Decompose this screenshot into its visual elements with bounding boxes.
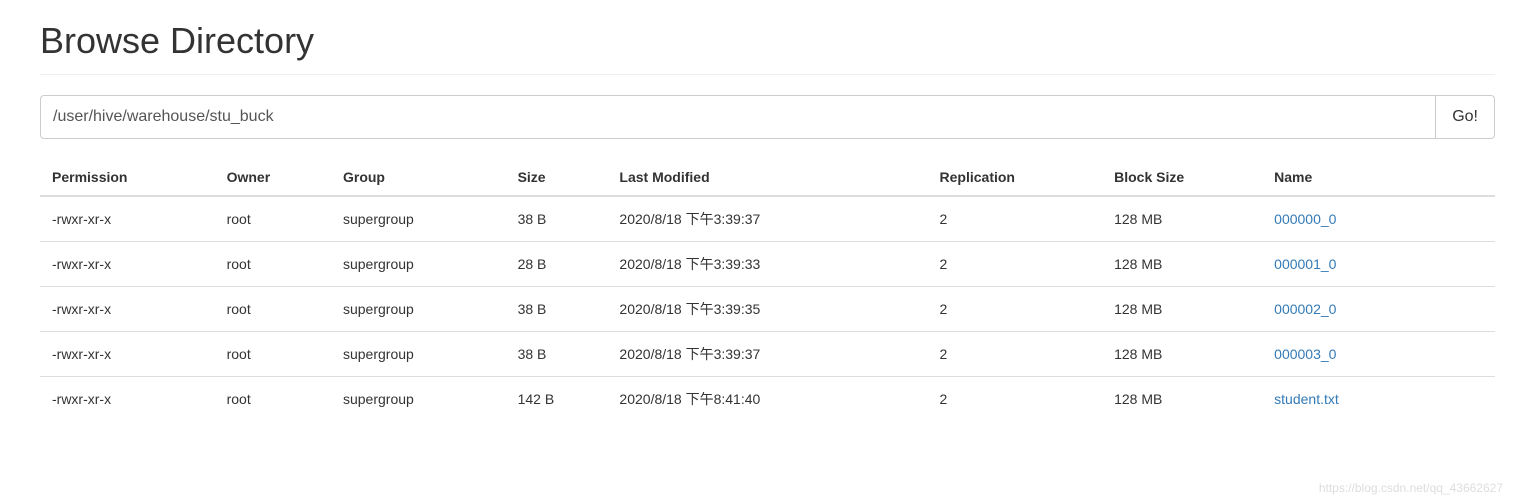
cell-permission: -rwxr-xr-x: [40, 332, 215, 377]
col-owner: Owner: [215, 159, 331, 196]
cell-size: 38 B: [506, 287, 608, 332]
file-table: Permission Owner Group Size Last Modifie…: [40, 159, 1495, 421]
cell-name: student.txt: [1262, 377, 1495, 422]
table-header-row: Permission Owner Group Size Last Modifie…: [40, 159, 1495, 196]
cell-permission: -rwxr-xr-x: [40, 377, 215, 422]
cell-owner: root: [215, 196, 331, 242]
cell-last-modified: 2020/8/18 下午3:39:37: [607, 196, 927, 242]
cell-name: 000000_0: [1262, 196, 1495, 242]
path-input[interactable]: [40, 95, 1436, 139]
cell-block-size: 128 MB: [1102, 242, 1262, 287]
cell-block-size: 128 MB: [1102, 377, 1262, 422]
col-group: Group: [331, 159, 506, 196]
cell-group: supergroup: [331, 377, 506, 422]
cell-group: supergroup: [331, 287, 506, 332]
table-row: -rwxr-xr-xrootsupergroup142 B2020/8/18 下…: [40, 377, 1495, 422]
table-row: -rwxr-xr-xrootsupergroup38 B2020/8/18 下午…: [40, 196, 1495, 242]
header-divider: [40, 74, 1495, 75]
cell-size: 38 B: [506, 196, 608, 242]
file-link[interactable]: 000001_0: [1274, 256, 1336, 272]
cell-name: 000002_0: [1262, 287, 1495, 332]
col-size: Size: [506, 159, 608, 196]
cell-owner: root: [215, 332, 331, 377]
watermark: https://blog.csdn.net/qq_43662627: [1319, 481, 1503, 495]
cell-replication: 2: [928, 242, 1103, 287]
col-permission: Permission: [40, 159, 215, 196]
cell-last-modified: 2020/8/18 下午3:39:33: [607, 242, 927, 287]
cell-permission: -rwxr-xr-x: [40, 242, 215, 287]
col-name: Name: [1262, 159, 1495, 196]
cell-block-size: 128 MB: [1102, 196, 1262, 242]
table-row: -rwxr-xr-xrootsupergroup28 B2020/8/18 下午…: [40, 242, 1495, 287]
cell-size: 142 B: [506, 377, 608, 422]
col-last-modified: Last Modified: [607, 159, 927, 196]
cell-owner: root: [215, 287, 331, 332]
cell-name: 000001_0: [1262, 242, 1495, 287]
cell-last-modified: 2020/8/18 下午3:39:37: [607, 332, 927, 377]
cell-owner: root: [215, 242, 331, 287]
cell-block-size: 128 MB: [1102, 332, 1262, 377]
col-block-size: Block Size: [1102, 159, 1262, 196]
cell-block-size: 128 MB: [1102, 287, 1262, 332]
file-link[interactable]: 000000_0: [1274, 211, 1336, 227]
file-link[interactable]: 000002_0: [1274, 301, 1336, 317]
table-row: -rwxr-xr-xrootsupergroup38 B2020/8/18 下午…: [40, 287, 1495, 332]
file-link[interactable]: 000003_0: [1274, 346, 1336, 362]
go-button[interactable]: Go!: [1436, 95, 1495, 139]
cell-size: 28 B: [506, 242, 608, 287]
table-row: -rwxr-xr-xrootsupergroup38 B2020/8/18 下午…: [40, 332, 1495, 377]
cell-group: supergroup: [331, 332, 506, 377]
cell-last-modified: 2020/8/18 下午8:41:40: [607, 377, 927, 422]
cell-group: supergroup: [331, 196, 506, 242]
cell-permission: -rwxr-xr-x: [40, 196, 215, 242]
cell-replication: 2: [928, 287, 1103, 332]
path-bar: Go!: [40, 95, 1495, 139]
cell-replication: 2: [928, 377, 1103, 422]
cell-replication: 2: [928, 196, 1103, 242]
cell-group: supergroup: [331, 242, 506, 287]
cell-owner: root: [215, 377, 331, 422]
cell-size: 38 B: [506, 332, 608, 377]
page-title: Browse Directory: [40, 20, 1495, 62]
file-link[interactable]: student.txt: [1274, 391, 1339, 407]
cell-name: 000003_0: [1262, 332, 1495, 377]
cell-permission: -rwxr-xr-x: [40, 287, 215, 332]
cell-last-modified: 2020/8/18 下午3:39:35: [607, 287, 927, 332]
col-replication: Replication: [928, 159, 1103, 196]
cell-replication: 2: [928, 332, 1103, 377]
